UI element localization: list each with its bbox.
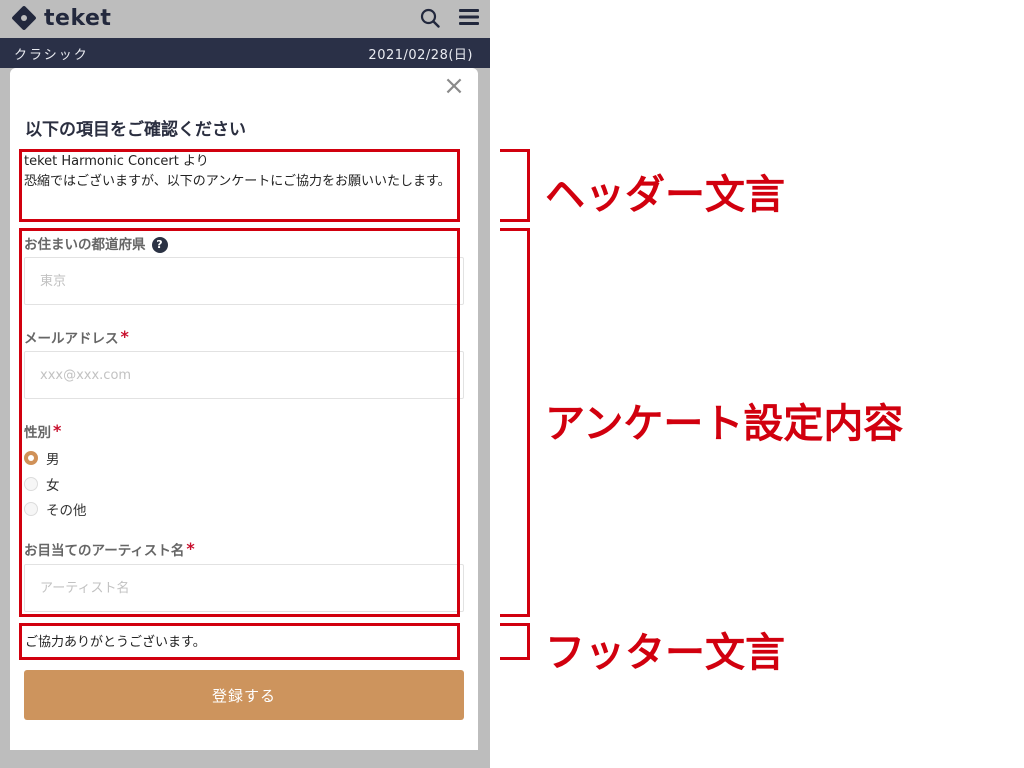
survey-annotation-box (19, 228, 460, 617)
teket-logo[interactable]: teket (10, 3, 111, 33)
search-icon[interactable] (420, 8, 440, 28)
header-annotation-label: ヘッダー文言 (545, 172, 785, 218)
footer-annotation-bracket (500, 623, 530, 660)
register-button[interactable]: 登録する (24, 670, 464, 720)
footer-annotation-box (19, 623, 460, 660)
survey-annotation-bracket (500, 228, 530, 617)
category-label: クラシック (14, 48, 89, 63)
category-bar: クラシック 2021/02/28(日) (0, 38, 490, 68)
header-annotation-bracket (500, 149, 530, 222)
app-header: teket (0, 0, 490, 38)
ticket-logo-icon (12, 6, 36, 30)
survey-annotation-label: アンケート設定内容 (545, 401, 904, 447)
brand-name: teket (44, 5, 112, 31)
close-button[interactable]: × (442, 72, 466, 100)
modal-title: 以下の項目をご確認ください (25, 120, 246, 140)
header-annotation-box (19, 149, 460, 222)
hamburger-menu-icon[interactable] (458, 7, 480, 27)
event-date: 2021/02/28(日) (368, 48, 473, 63)
footer-annotation-label: フッター文言 (545, 630, 785, 676)
